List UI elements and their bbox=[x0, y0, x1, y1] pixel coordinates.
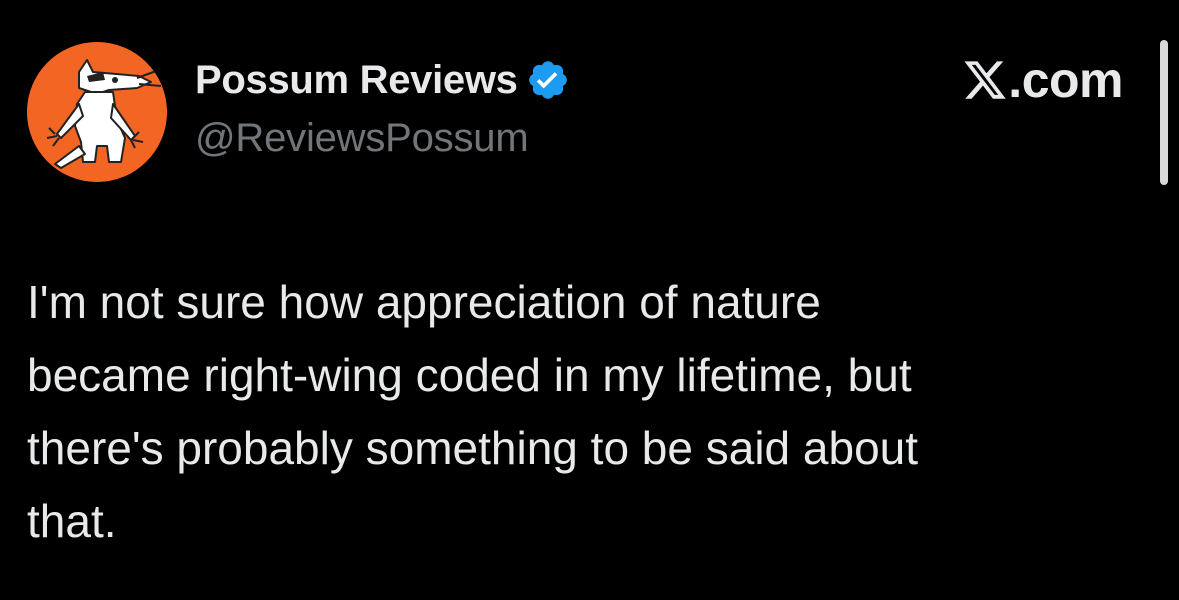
tweet-line: there's probably something to be said ab… bbox=[27, 422, 919, 474]
verified-badge-icon bbox=[526, 58, 570, 102]
possum-avatar-icon bbox=[27, 42, 167, 182]
scrollbar[interactable] bbox=[1160, 40, 1168, 185]
tweet-line: became right-wing coded in my lifetime, … bbox=[27, 349, 912, 401]
tweet-line: that. bbox=[27, 495, 117, 547]
x-logo-icon bbox=[962, 57, 1008, 103]
tweet-line: I'm not sure how appreciation of nature bbox=[27, 276, 821, 328]
author-name-row[interactable]: Possum Reviews bbox=[195, 56, 570, 104]
tweet-text: I'm not sure how appreciation of nature … bbox=[27, 266, 1147, 558]
author-handle[interactable]: @ReviewsPossum bbox=[195, 116, 529, 161]
avatar[interactable] bbox=[27, 42, 167, 182]
display-name[interactable]: Possum Reviews bbox=[195, 58, 518, 103]
tweet-card: Possum Reviews @ReviewsPossum .com I'm n… bbox=[0, 0, 1179, 600]
source-domain: .com bbox=[1008, 52, 1123, 108]
source-attribution[interactable]: .com bbox=[962, 52, 1123, 108]
